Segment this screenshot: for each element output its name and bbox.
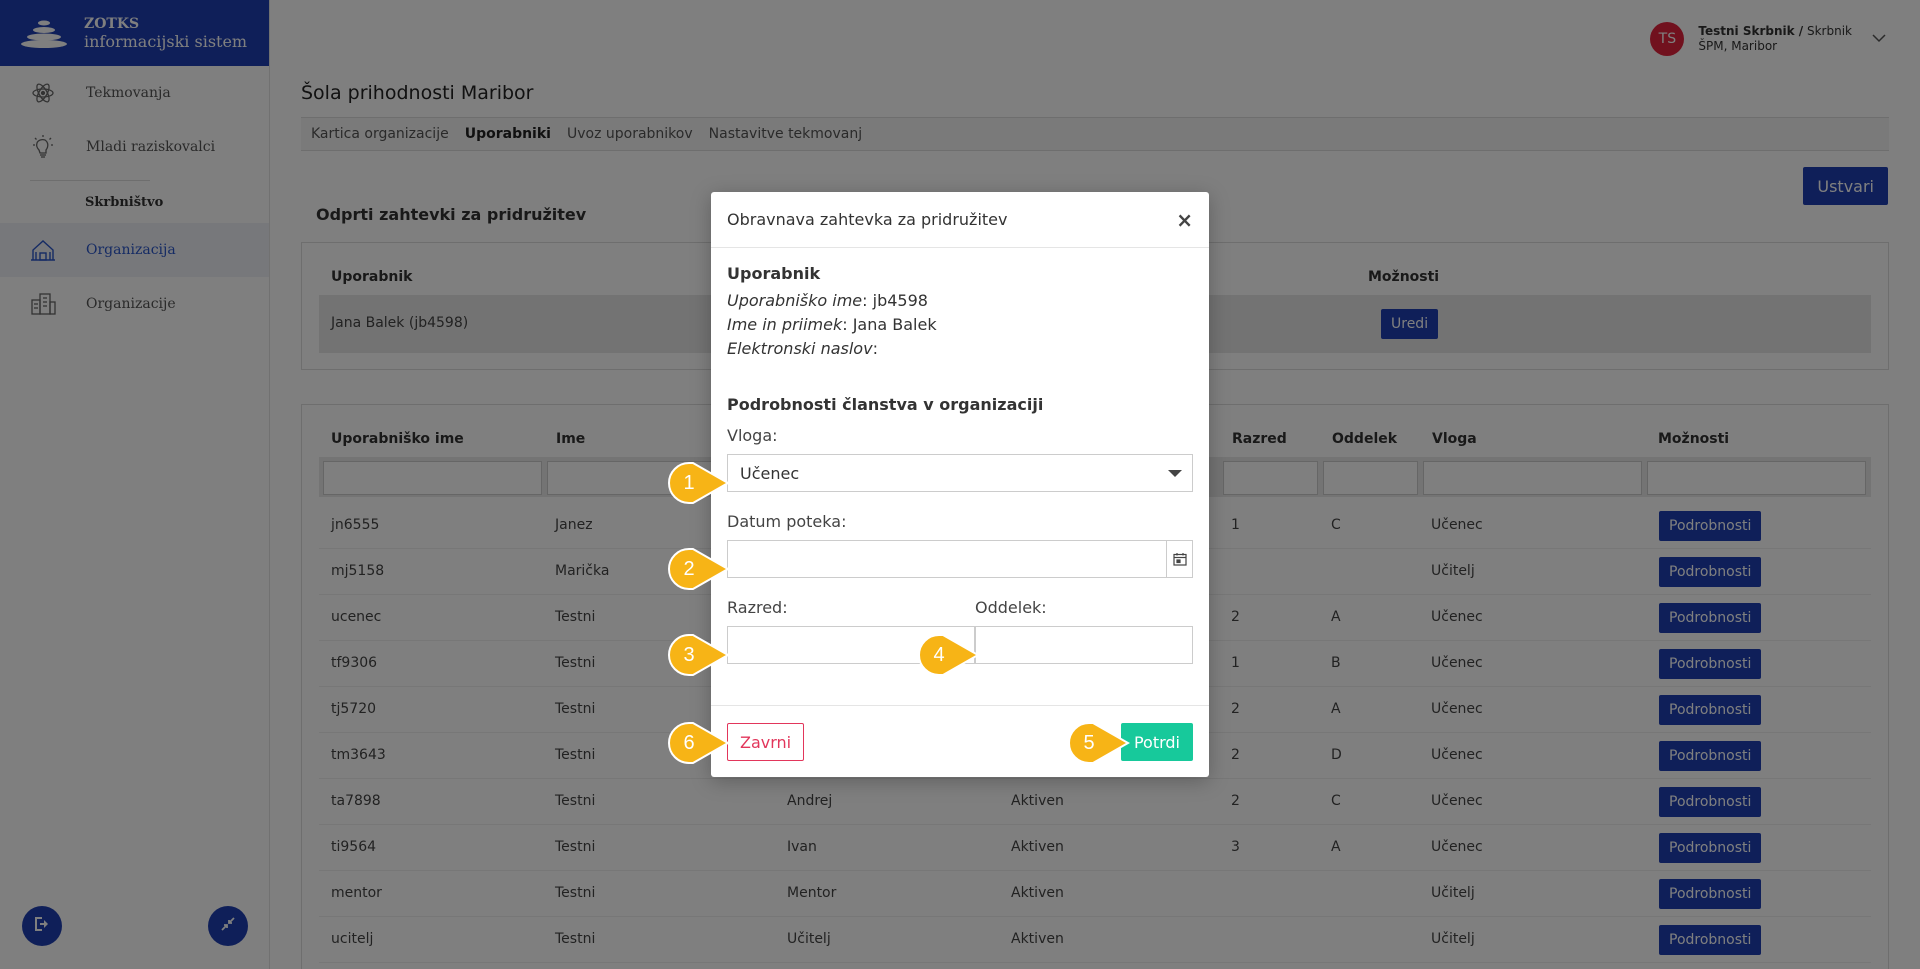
membership-heading: Podrobnosti članstva v organizaciji [727,395,1044,414]
role-select-value: Učenec [740,463,800,483]
callout-marker-6: 6 [668,722,730,764]
role-label: Vloga: [727,426,778,445]
modal-header: Obravnava zahtevka za pridružitev × [711,192,1209,248]
marker-number: 1 [683,471,695,494]
callout-marker-4: 4 [918,634,980,676]
grade-label: Razred: [727,598,788,617]
caret-down-icon [1168,469,1182,477]
marker-number: 4 [933,643,945,666]
email-label: Elektronski naslov [727,339,873,358]
fullname-line: Ime in priimek: Jana Balek [727,313,1193,337]
callout-marker-2: 2 [668,548,730,590]
marker-number: 3 [683,643,695,666]
modal-footer: Zavrni Potrdi [711,705,1209,777]
dept-group: Oddelek: [975,598,1193,664]
email-value: : [872,339,878,358]
callout-marker-3: 3 [668,634,730,676]
reject-button[interactable]: Zavrni [727,723,805,761]
email-line: Elektronski naslov: [727,337,1193,361]
username-label: Uporabniško ime [727,291,863,310]
fullname-value: : Jana Balek [842,315,937,334]
user-heading: Uporabnik [727,264,821,283]
join-request-modal: Obravnava zahtevka za pridružitev × Upor… [711,192,1209,777]
fullname-label: Ime in priimek [727,315,843,334]
calendar-icon[interactable] [1166,541,1192,577]
dept-input[interactable] [975,626,1193,664]
dept-label: Oddelek: [975,598,1047,617]
username-line: Uporabniško ime: jb4598 [727,289,1193,313]
callout-marker-1: 1 [668,462,730,504]
username-value: : jb4598 [862,291,928,310]
expiry-date-input[interactable] [727,540,1193,578]
marker-number: 5 [1083,731,1095,754]
marker-number: 2 [683,557,695,580]
role-select[interactable]: Učenec [727,454,1193,492]
callout-marker-5: 5 [1068,722,1130,764]
expiry-label: Datum poteka: [727,512,847,531]
modal-title: Obravnava zahtevka za pridružitev [727,210,1008,229]
confirm-button[interactable]: Potrdi [1120,723,1193,761]
close-icon[interactable]: × [1176,208,1193,232]
marker-number: 6 [683,731,695,754]
